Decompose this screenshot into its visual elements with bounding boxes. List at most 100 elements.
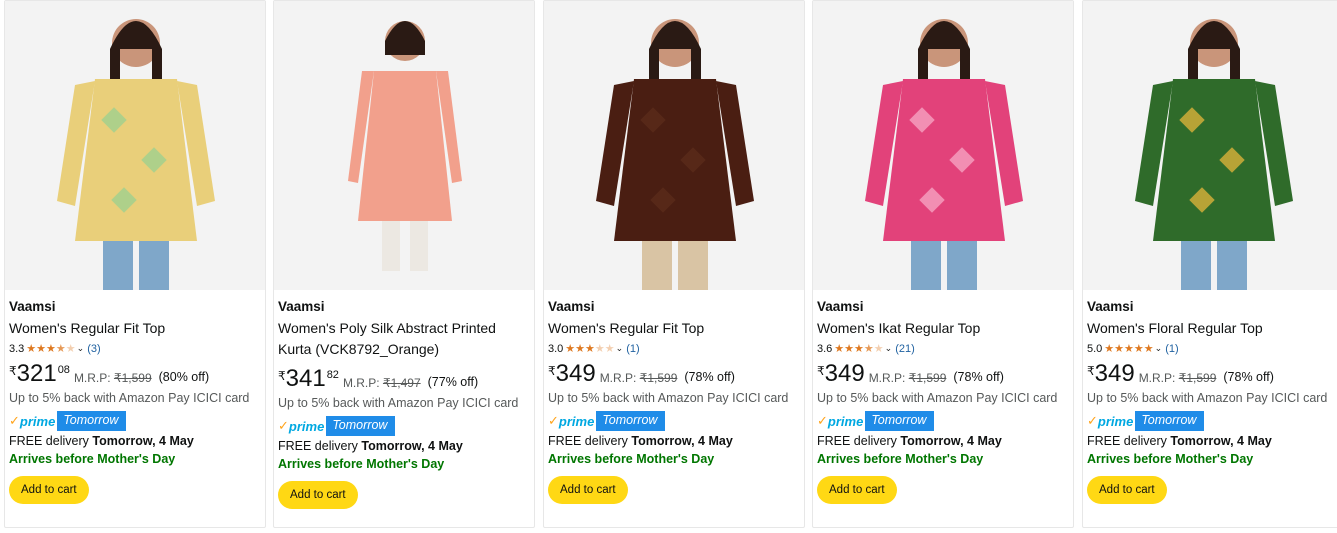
product-grid: Vaamsi Women's Regular Fit Top 3.3 ★ ★ ★ ★ ★… [4,0,1337,530]
arrives-before-note: Arrives before Mother's Day [548,452,715,466]
tomorrow-badge: Tomorrow [1135,411,1205,431]
product-title-link[interactable]: Women's Regular Fit Top [9,318,261,339]
star-icon: ★ [575,343,586,355]
product-image[interactable] [5,1,265,290]
price[interactable]: ₹ 349 M.R.P: ₹1,599 (78% off) [817,361,1069,387]
product-image[interactable] [274,1,534,290]
delivery-prefix: FREE delivery [817,434,897,448]
price[interactable]: ₹ 341 82 M.R.P: ₹1,497 (77% off) [278,366,530,392]
star-icon: ★ [1143,343,1154,355]
price-whole: 321 [16,360,57,387]
currency-symbol: ₹ [817,364,825,378]
product-title-link[interactable]: Women's Regular Fit Top [548,318,800,339]
review-count-link[interactable]: (1) [626,341,639,357]
delivery-date: Tomorrow, 4 May [92,434,194,448]
product-card: Vaamsi Women's Floral Regular Top 5.0 ★ ★… [1082,0,1337,528]
delivery-info: FREE delivery Tomorrow, 4 May [1087,432,1337,450]
star-icon: ★ [834,343,845,355]
delivery-prefix: FREE delivery [278,439,358,453]
brand-name: Vaamsi [9,299,56,314]
add-to-cart-button[interactable]: Add to cart [278,481,358,509]
arrives-before-note: Arrives before Mother's Day [1087,452,1254,466]
review-count-link[interactable]: (21) [895,341,915,357]
star-icon: ★ [604,343,615,355]
product-card: Vaamsi Women's Ikat Regular Top 3.6 ★ ★ ★ ★… [812,0,1074,528]
product-card: Vaamsi Women's Regular Fit Top 3.0 ★ ★ ★ ★ ★… [543,0,805,528]
brand-name: Vaamsi [817,299,864,314]
rating-row[interactable]: 3.0 ★ ★ ★ ★ ★ ⌄ (1) [548,341,800,357]
discount-percent: (77% off) [427,375,479,389]
product-image[interactable] [1083,1,1337,290]
mrp: M.R.P: ₹1,599 [1139,371,1217,385]
cashback-offer: Up to 5% back with Amazon Pay ICICI card [9,391,250,405]
star-icon: ★ [55,343,66,355]
chevron-down-icon[interactable]: ⌄ [1155,340,1163,356]
price[interactable]: ₹ 349 M.R.P: ₹1,599 (78% off) [1087,361,1337,387]
star-icon: ★ [46,343,56,355]
currency-symbol: ₹ [9,364,17,378]
tomorrow-badge: Tomorrow [596,411,666,431]
star-icon: ★ [1124,343,1134,355]
star-icon: ★ [585,343,595,355]
chevron-down-icon[interactable]: ⌄ [77,340,85,356]
star-rating-icon[interactable]: ★ ★ ★ ★ ★ [834,341,883,357]
delivery-date: Tomorrow, 4 May [631,434,733,448]
star-icon: ★ [844,343,855,355]
brand-name: Vaamsi [1087,299,1134,314]
price[interactable]: ₹ 321 08 M.R.P: ₹1,599 (80% off) [9,361,261,387]
product-image-graphic [274,1,534,290]
add-to-cart-button[interactable]: Add to cart [817,476,897,504]
product-title-link[interactable]: Women's Ikat Regular Top [817,318,1069,339]
mrp-label: M.R.P: [342,376,380,390]
mrp-value: ₹1,599 [908,371,947,385]
product-info: Vaamsi Women's Poly Silk Abstract Printe… [278,297,530,509]
prime-badge: ✓ prime Tomorrow [548,411,800,431]
cashback-offer: Up to 5% back with Amazon Pay ICICI card [817,391,1058,405]
rating-value: 5.0 [1087,343,1103,355]
currency-symbol: ₹ [548,364,556,378]
brand-name: Vaamsi [548,299,595,314]
product-info: Vaamsi Women's Regular Fit Top 3.0 ★ ★ ★ ★ ★… [548,297,800,504]
price[interactable]: ₹ 349 M.R.P: ₹1,599 (78% off) [548,361,800,387]
arrives-before-note: Arrives before Mother's Day [9,452,176,466]
cashback-offer: Up to 5% back with Amazon Pay ICICI card [1087,391,1328,405]
star-icon: ★ [854,343,864,355]
chevron-down-icon[interactable]: ⌄ [885,340,893,356]
mrp: M.R.P: ₹1,599 [869,371,947,385]
add-to-cart-button[interactable]: Add to cart [1087,476,1167,504]
rating-value: 3.0 [548,343,564,355]
star-icon: ★ [1104,343,1115,355]
cashback-offer: Up to 5% back with Amazon Pay ICICI card [548,391,789,405]
add-to-cart-button[interactable]: Add to cart [9,476,89,504]
mrp-label: M.R.P: [868,371,906,385]
prime-logo: prime [288,418,325,434]
arrives-before-note: Arrives before Mother's Day [817,452,984,466]
price-fraction: 82 [326,369,339,381]
chevron-down-icon[interactable]: ⌄ [616,340,624,356]
product-title-link[interactable]: Women's Poly Silk Abstract Printed Kurta… [278,318,530,360]
review-count-link[interactable]: (3) [87,341,100,357]
rating-row[interactable]: 3.6 ★ ★ ★ ★ ★ ⌄ (21) [817,341,1069,357]
star-rating-icon[interactable]: ★ ★ ★ ★ ★ [26,341,75,357]
delivery-date: Tomorrow, 4 May [1170,434,1272,448]
product-image[interactable] [813,1,1073,290]
product-image-graphic [544,1,804,290]
star-rating-icon[interactable]: ★ ★ ★ ★ ★ [1104,341,1153,357]
prime-logo: prime [827,413,864,429]
product-image[interactable] [544,1,804,290]
add-to-cart-button[interactable]: Add to cart [548,476,628,504]
delivery-prefix: FREE delivery [9,434,89,448]
mrp-label: M.R.P: [599,371,637,385]
mrp: M.R.P: ₹1,599 [74,371,152,385]
price-fraction: 08 [57,364,70,376]
product-card: Vaamsi Women's Regular Fit Top 3.3 ★ ★ ★ ★ ★… [4,0,266,528]
star-icon: ★ [26,343,37,355]
star-rating-icon[interactable]: ★ ★ ★ ★ ★ [565,341,614,357]
review-count-link[interactable]: (1) [1165,341,1178,357]
product-title-link[interactable]: Women's Floral Regular Top [1087,318,1337,339]
rating-row[interactable]: 5.0 ★ ★ ★ ★ ★ ⌄ (1) [1087,341,1337,357]
prime-logo: prime [558,413,595,429]
prime-check-icon: ✓ [817,413,828,428]
rating-row[interactable]: 3.3 ★ ★ ★ ★ ★ ⌄ (3) [9,341,261,357]
star-icon: ★ [36,343,47,355]
